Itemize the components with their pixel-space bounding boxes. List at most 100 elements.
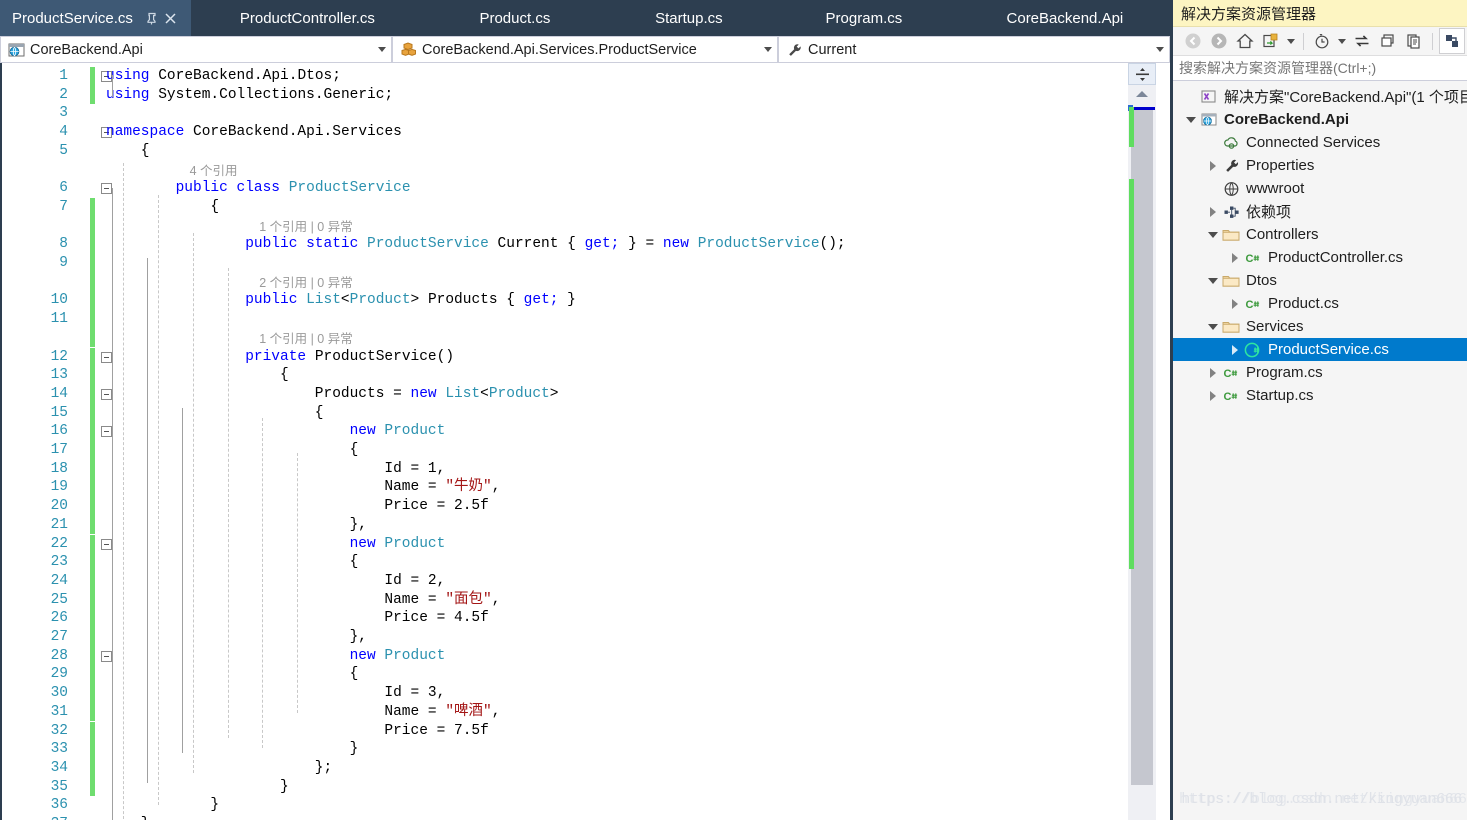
collapse-all-icon[interactable] [1376, 29, 1400, 53]
close-tab-icon[interactable] [164, 12, 177, 25]
chevron-down-icon[interactable] [1336, 29, 1348, 53]
tree-item[interactable]: Services [1173, 315, 1467, 338]
tree-item[interactable]: Dtos [1173, 269, 1467, 292]
scroll-up-button[interactable] [1128, 85, 1156, 102]
scrollbar-thumb[interactable] [1131, 107, 1153, 785]
show-all-files-icon[interactable] [1402, 29, 1426, 53]
code-line: 5{ [2, 142, 1120, 161]
member-dropdown-arrow[interactable] [1151, 47, 1169, 52]
line-number: 28 [50, 647, 68, 664]
editor-tab-label: Product.cs [479, 9, 551, 27]
tree-item[interactable]: C ProductController.cs [1173, 246, 1467, 269]
type-dropdown-arrow[interactable] [759, 47, 777, 52]
pending-changes-icon[interactable] [1310, 29, 1334, 53]
change-indicator [90, 553, 95, 572]
code-line: 35} [2, 777, 1120, 797]
class-icon [398, 40, 418, 59]
vertical-scrollbar[interactable] [1128, 85, 1156, 820]
tree-item[interactable]: Properties [1173, 154, 1467, 177]
fold-collapse-icon[interactable] [101, 650, 112, 662]
fold-collapse-icon[interactable] [101, 426, 112, 438]
expander-collapsed-icon[interactable] [1205, 160, 1221, 171]
fold-region-bar [182, 408, 183, 753]
navigation-bar: CoreBackend.Api CoreBackend.Api.Services… [0, 36, 1170, 63]
csharp-file-icon: C [1243, 250, 1263, 266]
expander-expanded-icon[interactable] [1205, 231, 1221, 238]
home-icon[interactable] [1233, 29, 1257, 53]
project-dropdown-arrow[interactable] [373, 47, 391, 52]
change-indicator [90, 197, 95, 217]
expander-expanded-icon[interactable] [1183, 116, 1199, 123]
code-line-text: Products = new List<Product> [314, 385, 559, 402]
line-number: 6 [59, 180, 68, 197]
code-editor-surface[interactable]: 1 using CoreBackend.Api.Dtos; 2 using Syste… [2, 63, 1170, 820]
folder-icon [1221, 319, 1241, 335]
expander-expanded-icon[interactable] [1205, 323, 1221, 330]
expander-collapsed-icon[interactable] [1227, 344, 1243, 355]
tree-item[interactable]: wwwroot [1173, 177, 1467, 200]
properties-icon[interactable] [1439, 28, 1465, 54]
expander-collapsed-icon[interactable] [1205, 206, 1221, 217]
pin-tab-icon[interactable] [145, 12, 158, 25]
editor-tab[interactable]: ProductController.cs [191, 0, 432, 36]
tree-item-label: Product.cs [1268, 295, 1339, 312]
line-number: 11 [50, 311, 68, 328]
expander-collapsed-icon[interactable] [1227, 298, 1243, 309]
tree-item[interactable]: 依赖项 [1173, 200, 1467, 223]
line-number: 32 [50, 722, 68, 739]
solution-explorer-search[interactable]: 搜索解决方案资源管理器(Ctrl+;) [1173, 56, 1467, 81]
back-icon[interactable] [1181, 29, 1205, 53]
editor-tab[interactable]: CoreBackend.Api [956, 0, 1182, 36]
project-dropdown[interactable]: CoreBackend.Api [0, 36, 392, 63]
tree-item[interactable]: ProductService.cs [1173, 338, 1467, 361]
line-number: 1 [59, 68, 68, 84]
code-line: 20 Price = 2.5f [2, 497, 1120, 516]
toolbar-separator [1303, 32, 1304, 50]
code-line: 8 public static ProductService Current { … [2, 235, 1120, 254]
member-dropdown[interactable]: Current [778, 36, 1170, 63]
code-line: 36} [2, 796, 1120, 815]
editor-tab[interactable]: Product.cs [432, 0, 606, 36]
expander-collapsed-icon[interactable] [1205, 367, 1221, 378]
split-view-button[interactable] [1128, 63, 1156, 85]
refresh-icon[interactable] [1350, 29, 1374, 53]
fold-collapse-icon[interactable] [101, 538, 112, 550]
expander-collapsed-icon[interactable] [1227, 252, 1243, 263]
code-editor[interactable]: 1 using CoreBackend.Api.Dtos; 2 using Syste… [0, 63, 1170, 820]
sync-with-active-document-icon[interactable] [1259, 29, 1283, 53]
tree-item[interactable]: C Program.cs [1173, 361, 1467, 384]
code-lens-reference[interactable]: 1 个引用 | 0 异常 [259, 218, 353, 237]
type-dropdown[interactable]: CoreBackend.Api.Services.ProductService [392, 36, 778, 63]
editor-tab[interactable]: Program.cs [780, 0, 956, 36]
solution-explorer-tree[interactable]: 解决方案"CoreBackend.Api"(1 个项目 CoreBackend.A… [1173, 82, 1467, 820]
fold-collapse-icon[interactable] [101, 351, 112, 363]
tree-item-label: wwwroot [1246, 180, 1305, 197]
search-placeholder: 搜索解决方案资源管理器(Ctrl+;) [1179, 60, 1377, 76]
code-lens-reference[interactable]: 1 个引用 | 0 异常 [259, 330, 353, 349]
line-number: 19 [50, 479, 68, 496]
code-text-area[interactable]: 1 using CoreBackend.Api.Dtos; 2 using Syste… [2, 63, 1120, 820]
code-line-text: Id = 1, [384, 460, 446, 477]
editor-tab[interactable]: ProductService.cs [0, 0, 191, 36]
editor-tab[interactable]: Startup.cs [606, 0, 780, 36]
code-line-text: Id = 2, [384, 572, 446, 589]
editor-scroll-region [1118, 63, 1170, 820]
fold-collapse-icon[interactable] [101, 183, 112, 195]
chevron-down-icon[interactable] [1285, 29, 1297, 53]
tree-item[interactable]: C Startup.cs [1173, 384, 1467, 407]
forward-icon[interactable] [1207, 29, 1231, 53]
change-indicator [90, 272, 95, 292]
code-lens-reference[interactable]: 2 个引用 | 0 异常 [259, 274, 353, 293]
expander-collapsed-icon[interactable] [1205, 390, 1221, 401]
code-lens-reference[interactable]: 4 个引用 [190, 162, 238, 181]
fold-collapse-icon[interactable] [101, 388, 112, 400]
tree-item[interactable]: Controllers [1173, 223, 1467, 246]
expander-expanded-icon[interactable] [1205, 277, 1221, 284]
code-line: 28 new Product [2, 646, 1120, 666]
tree-item[interactable]: Connected Services [1173, 131, 1467, 154]
tree-item[interactable]: C Product.cs [1173, 292, 1467, 315]
tree-item[interactable]: 解决方案"CoreBackend.Api"(1 个项目 [1173, 85, 1467, 108]
tree-item[interactable]: CoreBackend.Api [1173, 108, 1467, 131]
line-number: 36 [50, 797, 68, 814]
line-number: 34 [50, 759, 68, 776]
